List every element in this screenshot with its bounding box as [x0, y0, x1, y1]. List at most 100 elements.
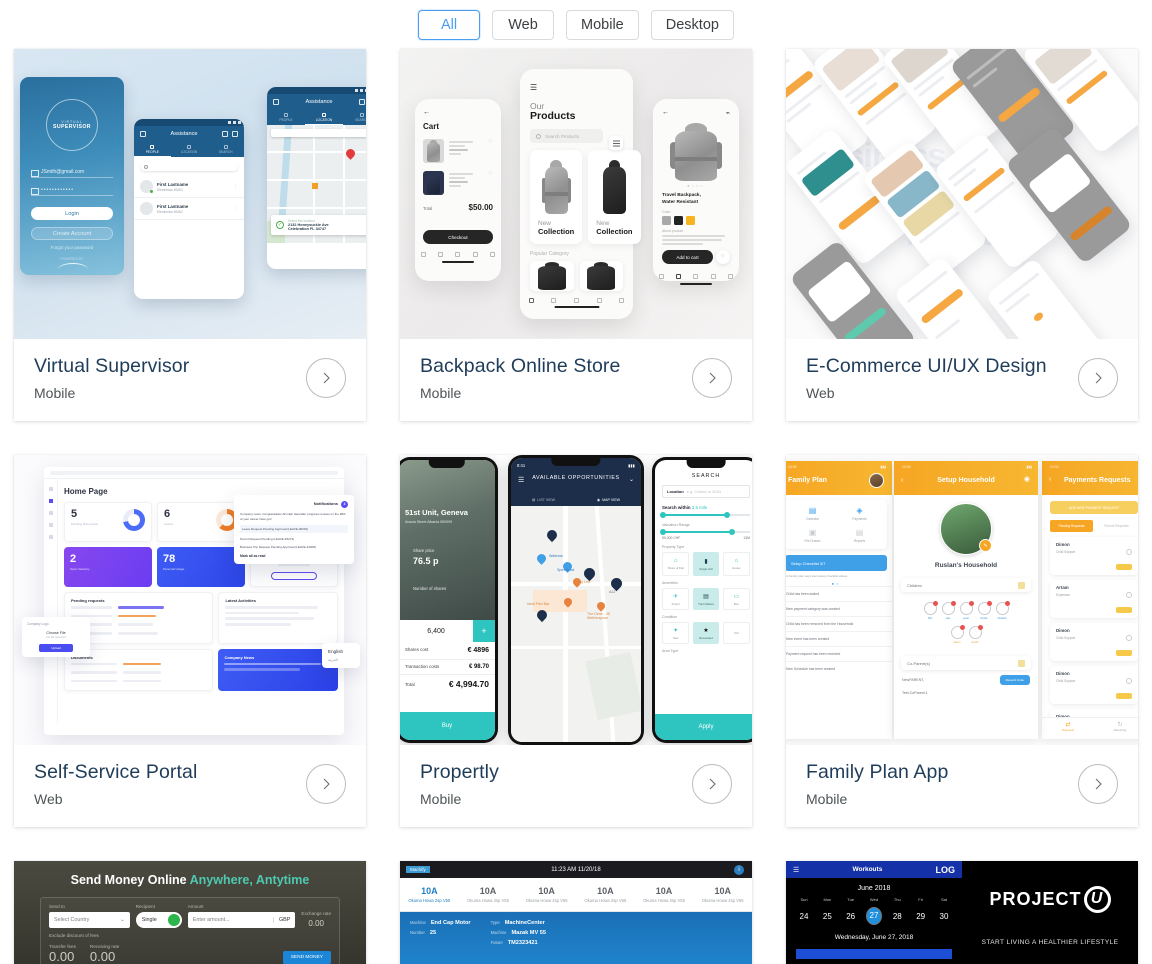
- currency-label: GBP: [272, 917, 290, 923]
- section-label: Popular Category: [530, 251, 569, 257]
- road: [267, 179, 366, 181]
- heart-icon: [693, 274, 699, 280]
- product-card: New Collection: [530, 150, 583, 244]
- project-card-backpack-online-store[interactable]: ← Cart ♡ ♡ Total $50.00 Checkout ☰ Our P…: [400, 49, 752, 421]
- project-card-send-money[interactable]: Send Money Online Anywhere, Antytime Sen…: [14, 861, 366, 964]
- view-project-button[interactable]: [1078, 764, 1118, 804]
- project-title: Self-Service Portal: [34, 761, 198, 783]
- category-card: [530, 261, 574, 291]
- status-icons: ▮▮▮: [628, 463, 635, 468]
- map-label: Ideal Fish Bar: [527, 602, 550, 606]
- wave-logo-icon: [58, 263, 88, 275]
- profile-icon: [489, 252, 495, 257]
- activity-item: New payment category was created: [786, 601, 892, 616]
- product-thumb: [423, 139, 444, 163]
- product-thumb: [423, 171, 444, 195]
- exchange-rate-value: 0.00: [308, 919, 324, 928]
- tab-location: LOCATION: [171, 142, 208, 157]
- login-button: Login: [31, 207, 113, 220]
- view-project-button[interactable]: [306, 764, 346, 804]
- filter-option: ⌂ Share of Flat: [662, 552, 690, 576]
- view-project-button[interactable]: [306, 358, 346, 398]
- view-project-button[interactable]: [692, 764, 732, 804]
- mockup-property-detail: 51st Unit, Geneva Acacia Street Albania …: [400, 457, 498, 743]
- mockup-product-detail: ← ⌁ ●○○○ Travel Backpack, Water Resistan…: [653, 99, 739, 285]
- machine-tabs: 10A Okuma Howa 2sp V55 10A Okuma Howa 2sp …: [400, 878, 752, 912]
- tab-people: PEOPLE: [267, 110, 305, 125]
- cart-total: Total $50.00: [423, 203, 493, 212]
- tab-list-view: ▤ LIST VIEW: [531, 497, 556, 502]
- check-icon: ✓: [276, 221, 284, 229]
- tab-search: SEARCH: [207, 142, 244, 157]
- thumbnail-send-money: Send Money Online Anywhere, Antytime Sen…: [14, 861, 366, 964]
- folder-icon: [140, 131, 146, 137]
- transfer-form: Send to Select Country ⌄ Recipient Single…: [40, 897, 340, 964]
- view-project-button[interactable]: [1078, 358, 1118, 398]
- log-button: LOG: [935, 864, 955, 875]
- avatar: [869, 473, 884, 488]
- list-icon: ▤: [531, 497, 536, 502]
- product-name: Travel Backpack, Water Resistant: [662, 193, 701, 206]
- action-button: [1116, 650, 1132, 656]
- cart-icon: [472, 252, 478, 257]
- map-label: A12: [609, 590, 616, 594]
- map-marker: [312, 183, 318, 189]
- project-card-machine-dashboard[interactable]: Machify 11:23 AM 11/20/18 i 10A Okuma How…: [400, 861, 752, 964]
- project-card-project-u[interactable]: ☰ Workouts LOG June 2018 Sun Mon Tue Wed…: [786, 861, 1138, 964]
- bottom-nav: [415, 248, 501, 259]
- activity-item: Child has been added: [786, 586, 892, 601]
- menu-file-drawer: ▣ File Drawer: [789, 528, 836, 543]
- mark-all-read-link: Mark all as read: [240, 554, 266, 558]
- card-meta: Family Plan App Mobile: [786, 745, 1138, 827]
- selected-full-date: Wednesday, June 27, 2018: [834, 934, 914, 941]
- tab-desktop[interactable]: Desktop: [650, 9, 734, 40]
- notification-item: Business Trip Request Pending Approval (…: [240, 545, 316, 549]
- tab-web[interactable]: Web: [492, 9, 555, 40]
- card-meta: Virtual Supervisor Mobile: [14, 339, 366, 421]
- project-category: Mobile: [34, 385, 76, 402]
- view-project-button[interactable]: [692, 358, 732, 398]
- total-row: Total € 4,994.70: [405, 679, 489, 689]
- filter-option: ✦ New: [662, 622, 690, 644]
- account-icon: [232, 131, 238, 137]
- project-category: Web: [806, 385, 835, 402]
- swatch-black: [674, 216, 683, 226]
- project-card-ecommerce-design[interactable]: business business business: [786, 49, 1138, 421]
- sidebar-icon: [48, 487, 53, 491]
- wifi-icon: [233, 121, 236, 124]
- project-card-family-plan-app[interactable]: 10:30 ▮▮▮ Family Plan ▤ Calendar ◈ Payment…: [786, 455, 1138, 827]
- status-icon: [1126, 549, 1132, 555]
- tab-recent-requests: Recent Requests: [1104, 524, 1129, 528]
- profile-button: [271, 572, 317, 581]
- property-photo: 51st Unit, Geneva Acacia Street Albania …: [400, 460, 495, 620]
- home-indicator: [554, 306, 599, 308]
- project-card-self-service-portal[interactable]: Home Page 5 Pending Documents 6 Letters: [14, 455, 366, 827]
- amount-input: Enter amount... GBP: [187, 912, 296, 928]
- url-bar: [50, 470, 338, 475]
- edit-icon: ✎: [979, 539, 992, 552]
- add-icon: [1018, 659, 1025, 667]
- remove-icon: ♡: [488, 171, 493, 177]
- project-card-propertly[interactable]: 51st Unit, Geneva Acacia Street Albania …: [400, 455, 752, 827]
- notch: [551, 458, 601, 466]
- swatch-yellow: [686, 216, 695, 226]
- cart-heading: Cart: [423, 122, 440, 131]
- flat-icon: ⌂: [673, 558, 678, 564]
- payments-icon: ◈: [856, 506, 863, 515]
- more-icon: ⋮: [233, 183, 238, 190]
- selected-date: 27: [865, 907, 882, 925]
- tab-mobile[interactable]: Mobile: [566, 9, 639, 40]
- home-icon: [421, 252, 427, 257]
- screen-title: Setup Household: [937, 477, 995, 484]
- activity-item: Payment request has been received: [786, 646, 892, 661]
- chevron-right-icon: [1095, 372, 1102, 384]
- wifi-icon: [360, 89, 364, 92]
- back-icon: ‹: [1049, 476, 1052, 483]
- project-card-virtual-supervisor[interactable]: VIRTUAL SUPERVISOR JSmith@gmail.com ••••…: [14, 49, 366, 421]
- search-icon: [144, 164, 148, 169]
- notch: [686, 460, 726, 468]
- list-item: First Lastname Electrician MVAC ⋮: [134, 198, 244, 220]
- project-category: Mobile: [806, 791, 848, 808]
- tab-all[interactable]: All: [418, 9, 481, 40]
- map-pin: [344, 147, 357, 161]
